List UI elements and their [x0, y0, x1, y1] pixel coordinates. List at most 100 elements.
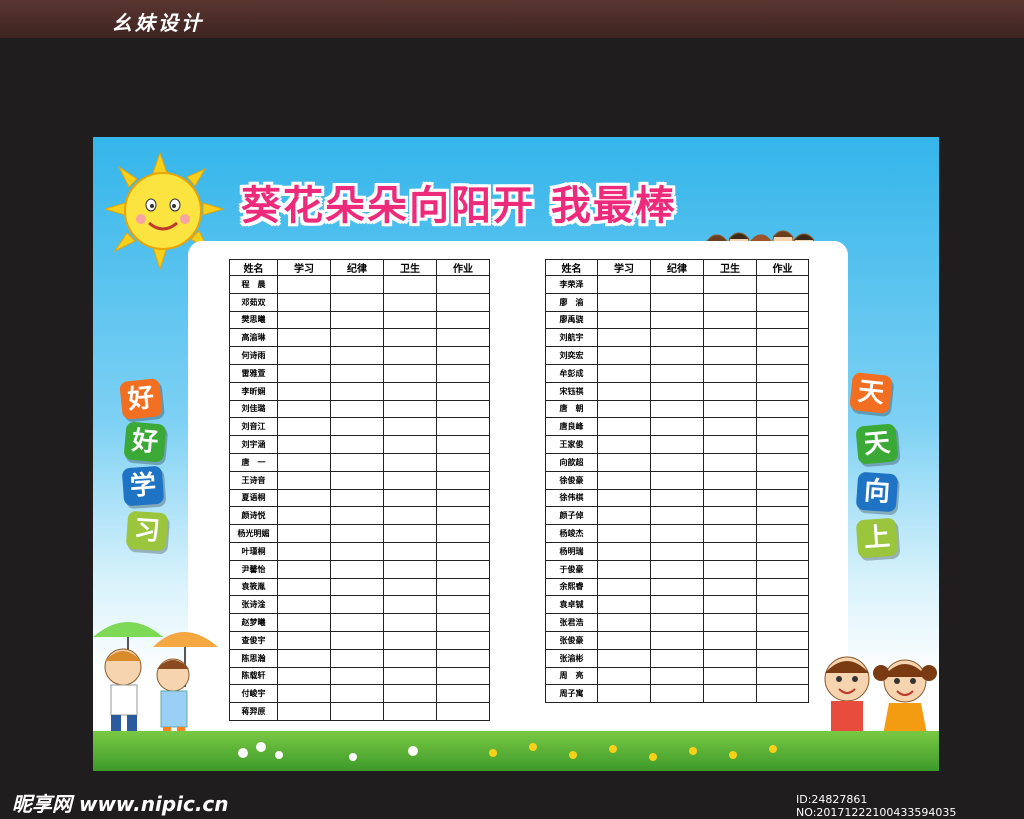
score-cell[interactable] — [703, 328, 757, 348]
score-cell[interactable] — [436, 648, 490, 668]
score-cell[interactable] — [330, 541, 384, 561]
score-cell[interactable] — [330, 559, 384, 579]
score-cell[interactable] — [703, 435, 757, 454]
score-cell[interactable] — [436, 363, 490, 383]
score-cell[interactable] — [597, 381, 651, 401]
score-cell[interactable] — [277, 702, 331, 721]
score-cell[interactable] — [330, 630, 384, 650]
score-cell[interactable] — [756, 470, 809, 490]
score-cell[interactable] — [383, 595, 437, 615]
score-cell[interactable] — [330, 488, 384, 508]
score-cell[interactable] — [383, 363, 437, 383]
score-cell[interactable] — [650, 524, 704, 543]
score-cell[interactable] — [703, 381, 757, 401]
score-cell[interactable] — [650, 648, 704, 668]
score-cell[interactable] — [597, 417, 651, 437]
score-cell[interactable] — [330, 381, 384, 401]
score-cell[interactable] — [277, 595, 331, 615]
score-cell[interactable] — [383, 381, 437, 401]
score-cell[interactable] — [383, 666, 437, 686]
score-cell[interactable] — [436, 630, 490, 650]
score-cell[interactable] — [383, 630, 437, 650]
score-cell[interactable] — [650, 506, 704, 526]
score-cell[interactable] — [756, 346, 809, 365]
score-cell[interactable] — [756, 630, 809, 650]
score-cell[interactable] — [597, 275, 651, 294]
score-cell[interactable] — [330, 275, 384, 294]
score-cell[interactable] — [756, 452, 809, 472]
score-cell[interactable] — [756, 648, 809, 668]
score-cell[interactable] — [436, 328, 490, 348]
score-cell[interactable] — [330, 595, 384, 615]
score-cell[interactable] — [756, 666, 809, 686]
score-cell[interactable] — [650, 328, 704, 348]
score-cell[interactable] — [277, 488, 331, 508]
score-cell[interactable] — [330, 524, 384, 543]
score-cell[interactable] — [383, 613, 437, 632]
score-cell[interactable] — [383, 435, 437, 454]
score-cell[interactable] — [436, 417, 490, 437]
score-cell[interactable] — [277, 541, 331, 561]
score-cell[interactable] — [277, 417, 331, 437]
score-cell[interactable] — [277, 452, 331, 472]
score-cell[interactable] — [383, 470, 437, 490]
score-cell[interactable] — [703, 452, 757, 472]
score-cell[interactable] — [597, 613, 651, 632]
score-cell[interactable] — [597, 470, 651, 490]
score-cell[interactable] — [277, 346, 331, 365]
score-cell[interactable] — [756, 292, 809, 312]
score-cell[interactable] — [597, 577, 651, 597]
score-cell[interactable] — [277, 684, 331, 704]
score-cell[interactable] — [650, 577, 704, 597]
score-cell[interactable] — [436, 488, 490, 508]
score-cell[interactable] — [436, 506, 490, 526]
score-cell[interactable] — [756, 275, 809, 294]
score-cell[interactable] — [330, 452, 384, 472]
score-cell[interactable] — [436, 470, 490, 490]
score-cell[interactable] — [703, 613, 757, 632]
score-cell[interactable] — [703, 346, 757, 365]
score-cell[interactable] — [436, 310, 490, 330]
score-cell[interactable] — [330, 417, 384, 437]
score-cell[interactable] — [277, 524, 331, 543]
score-cell[interactable] — [436, 524, 490, 543]
score-cell[interactable] — [383, 292, 437, 312]
score-cell[interactable] — [330, 702, 384, 721]
score-cell[interactable] — [703, 363, 757, 383]
score-cell[interactable] — [277, 310, 331, 330]
score-cell[interactable] — [436, 452, 490, 472]
score-cell[interactable] — [277, 630, 331, 650]
score-cell[interactable] — [436, 435, 490, 454]
score-cell[interactable] — [277, 275, 331, 294]
score-cell[interactable] — [277, 399, 331, 419]
score-cell[interactable] — [436, 346, 490, 365]
score-cell[interactable] — [597, 506, 651, 526]
score-cell[interactable] — [650, 452, 704, 472]
score-cell[interactable] — [756, 488, 809, 508]
score-cell[interactable] — [383, 346, 437, 365]
score-cell[interactable] — [650, 470, 704, 490]
score-cell[interactable] — [597, 346, 651, 365]
score-cell[interactable] — [756, 310, 809, 330]
score-cell[interactable] — [277, 435, 331, 454]
score-cell[interactable] — [597, 630, 651, 650]
score-cell[interactable] — [650, 292, 704, 312]
score-cell[interactable] — [436, 541, 490, 561]
score-cell[interactable] — [597, 524, 651, 543]
score-cell[interactable] — [756, 417, 809, 437]
score-cell[interactable] — [383, 275, 437, 294]
score-cell[interactable] — [597, 595, 651, 615]
score-cell[interactable] — [330, 684, 384, 704]
score-cell[interactable] — [703, 684, 757, 704]
score-cell[interactable] — [756, 506, 809, 526]
score-cell[interactable] — [703, 488, 757, 508]
score-cell[interactable] — [330, 470, 384, 490]
score-cell[interactable] — [597, 559, 651, 579]
score-cell[interactable] — [756, 559, 809, 579]
score-cell[interactable] — [436, 399, 490, 419]
score-cell[interactable] — [703, 595, 757, 615]
score-cell[interactable] — [330, 363, 384, 383]
score-cell[interactable] — [277, 328, 331, 348]
score-cell[interactable] — [703, 310, 757, 330]
score-cell[interactable] — [703, 417, 757, 437]
